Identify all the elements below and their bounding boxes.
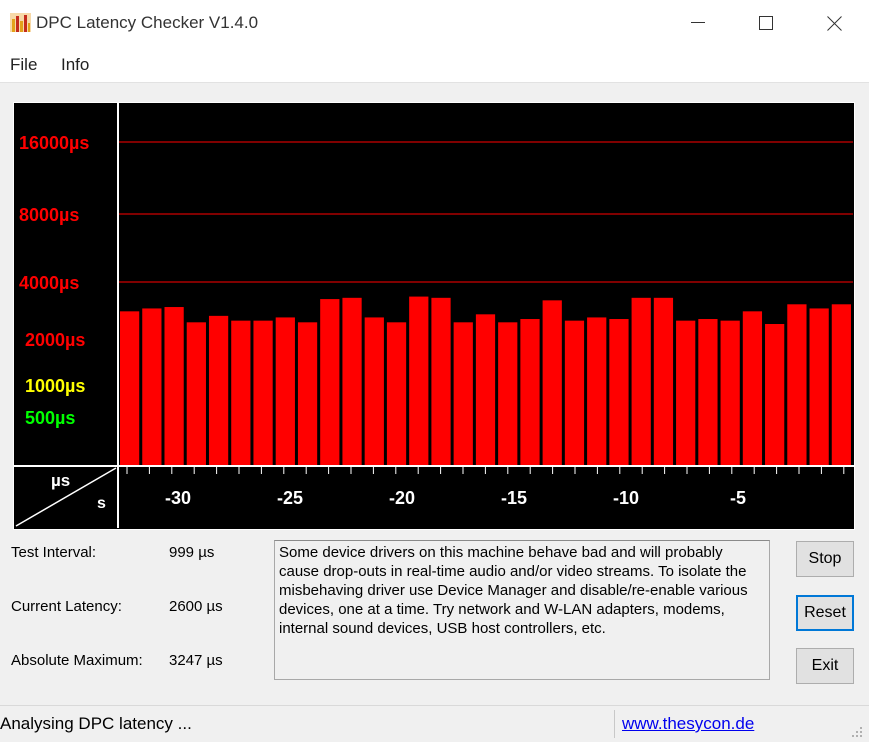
status-separator bbox=[614, 710, 615, 738]
latency-bar bbox=[431, 297, 451, 465]
y-tick-label: 2000µs bbox=[25, 330, 85, 350]
x-tick-label: -20 bbox=[389, 488, 415, 508]
menu-info[interactable]: Info bbox=[61, 55, 89, 75]
latency-bar bbox=[453, 322, 473, 465]
latency-bar bbox=[164, 307, 184, 465]
x-tick-label: -15 bbox=[501, 488, 527, 508]
status-text: Analysing DPC latency ... bbox=[0, 714, 192, 733]
minimize-icon bbox=[691, 22, 705, 23]
test-interval-label: Test Interval: bbox=[11, 544, 97, 561]
x-tick-label: -5 bbox=[730, 488, 746, 508]
status-bar: Analysing DPC latency ... www.thesycon.d… bbox=[0, 705, 869, 742]
status-message-box: Some device drivers on this machine beha… bbox=[274, 540, 770, 680]
latency-bar bbox=[208, 315, 229, 465]
latency-bar bbox=[120, 311, 140, 465]
window-title: DPC Latency Checker V1.4.0 bbox=[36, 13, 259, 32]
close-icon bbox=[826, 15, 842, 31]
maximize-button[interactable] bbox=[731, 0, 801, 46]
latency-bar bbox=[698, 319, 718, 465]
latency-graph: µs s 16000µs 8000µs 4000µs 2000µs 1000µs 500µ… bbox=[13, 102, 855, 530]
reset-button[interactable]: Reset bbox=[796, 595, 854, 631]
latency-bar bbox=[742, 311, 763, 465]
y-tick-label: 16000µs bbox=[19, 133, 89, 153]
latency-bar bbox=[364, 317, 384, 465]
title-bar: DPC Latency Checker V1.4.0 bbox=[0, 0, 869, 46]
y-tick-label: 8000µs bbox=[19, 205, 79, 225]
latency-bar bbox=[720, 320, 740, 465]
menu-bar: File Info bbox=[0, 46, 869, 83]
latency-bar bbox=[609, 319, 629, 465]
latency-bar bbox=[498, 322, 518, 465]
y-tick-label: 4000µs bbox=[19, 273, 79, 293]
y-unit-label: µs bbox=[51, 471, 70, 490]
close-button[interactable] bbox=[799, 0, 869, 46]
latency-bar bbox=[142, 308, 162, 465]
current-latency-value: 2600 µs bbox=[169, 598, 223, 615]
maximize-icon bbox=[759, 16, 773, 30]
latency-bar bbox=[587, 317, 607, 465]
latency-bar bbox=[320, 299, 340, 465]
test-interval-value: 999 µs bbox=[169, 544, 215, 561]
menu-file[interactable]: File bbox=[10, 55, 37, 75]
x-tick-label: -10 bbox=[613, 488, 639, 508]
y-tick-label: 1000µs bbox=[25, 376, 85, 396]
latency-bar bbox=[542, 300, 562, 465]
latency-bar bbox=[631, 297, 651, 465]
latency-bar bbox=[253, 320, 273, 465]
current-latency-label: Current Latency: bbox=[11, 598, 122, 615]
absolute-maximum-label: Absolute Maximum: bbox=[11, 652, 143, 669]
x-tick-label: -25 bbox=[277, 488, 303, 508]
latency-bar bbox=[275, 317, 295, 465]
minimize-button[interactable] bbox=[663, 0, 733, 46]
website-link[interactable]: www.thesycon.de bbox=[622, 714, 754, 734]
app-icon bbox=[10, 13, 31, 32]
latency-bar bbox=[676, 320, 696, 465]
latency-bar bbox=[520, 319, 540, 465]
stop-button[interactable]: Stop bbox=[796, 541, 854, 577]
exit-button[interactable]: Exit bbox=[796, 648, 854, 684]
latency-bar bbox=[409, 296, 429, 465]
latency-bar bbox=[809, 308, 829, 465]
latency-bar bbox=[231, 320, 251, 465]
latency-bar bbox=[787, 304, 807, 465]
x-tick-label: -30 bbox=[165, 488, 191, 508]
latency-bar bbox=[831, 304, 851, 465]
latency-chart-svg: µs s 16000µs 8000µs 4000µs 2000µs 1000µs 500µ… bbox=[14, 103, 854, 529]
latency-bar bbox=[386, 322, 407, 465]
latency-bar bbox=[297, 322, 318, 465]
resize-grip-icon[interactable] bbox=[849, 724, 863, 738]
latency-bar bbox=[342, 297, 362, 465]
x-unit-label: s bbox=[97, 495, 106, 512]
latency-bar bbox=[475, 314, 496, 465]
latency-bar bbox=[765, 324, 785, 465]
latency-bar bbox=[186, 322, 206, 465]
absolute-maximum-value: 3247 µs bbox=[169, 652, 223, 669]
latency-bar bbox=[653, 297, 674, 465]
y-tick-label: 500µs bbox=[25, 408, 75, 428]
latency-bar bbox=[564, 320, 585, 465]
